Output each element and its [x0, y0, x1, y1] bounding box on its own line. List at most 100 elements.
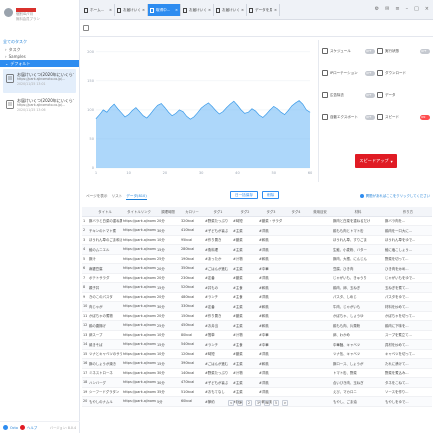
- option-item[interactable]: IPローテーション OFF: [322, 68, 375, 78]
- table-cell: 540kcal: [180, 339, 204, 350]
- help-icon[interactable]: [19, 425, 25, 430]
- page-button[interactable]: 1: [237, 400, 243, 406]
- table-cell: #お弁当: [204, 320, 232, 331]
- table-row[interactable]: 6麻婆豆腐https://park.ajinomoto...20分350kcal…: [82, 263, 432, 274]
- help-link[interactable]: 問題があればここをクリックしてください: [359, 193, 430, 198]
- column-header[interactable]: 材料: [332, 207, 384, 217]
- address-bar[interactable]: [80, 20, 433, 37]
- settings-icon[interactable]: ⚙: [375, 6, 379, 12]
- speed-up-button[interactable]: スピードアップ ▾: [355, 154, 397, 168]
- option-toggle[interactable]: OFF: [365, 92, 375, 98]
- column-header[interactable]: タグ3: [258, 207, 284, 217]
- option-item[interactable]: 自動エクスポート OFF: [322, 112, 375, 122]
- tab-page-view[interactable]: ページを表示: [86, 194, 108, 200]
- table-row[interactable]: 16豚のしょうが焼きhttps://park.ajinomoto...15分39…: [82, 358, 432, 369]
- option-item[interactable]: 広告除去 OFF: [322, 90, 375, 100]
- table-row[interactable]: 8親子丼https://park.ajinomoto...15分520kcal#…: [82, 282, 432, 293]
- option-item[interactable]: ダウンロード: [377, 68, 430, 78]
- option-item[interactable]: データ: [377, 90, 430, 100]
- close-tab-icon[interactable]: ×: [175, 8, 178, 12]
- table-cell: [284, 387, 308, 397]
- close-icon[interactable]: ×: [425, 6, 429, 12]
- close-tab-icon[interactable]: ×: [274, 8, 277, 12]
- table-row[interactable]: 2チキンのトマト煮https://park.ajinomoto...30分410…: [82, 225, 432, 236]
- column-header[interactable]: タイトルリンク: [122, 207, 156, 217]
- column-header[interactable]: タグ2: [232, 207, 258, 217]
- option-toggle[interactable]: OFF: [420, 48, 430, 54]
- option-toggle[interactable]: OFF: [365, 48, 375, 54]
- option-item[interactable]: 実行状態 OFF: [377, 46, 430, 56]
- table-cell: かぼちゃ、しょうゆ: [332, 311, 384, 321]
- close-tab-icon[interactable]: ×: [241, 8, 244, 12]
- nav-item-default[interactable]: ⌄ デフォルト: [0, 60, 79, 67]
- delete-button[interactable]: 削除: [262, 191, 280, 199]
- octo-icon[interactable]: [3, 425, 8, 430]
- table-row[interactable]: 7ポテトサラダhttps://park.ajinomoto...20分230kc…: [82, 273, 432, 283]
- page-button[interactable]: >: [282, 400, 288, 406]
- browser-tab[interactable]: ホーム... ×: [82, 4, 115, 16]
- avatar[interactable]: [4, 8, 13, 17]
- option-toggle[interactable]: OFF: [365, 70, 375, 76]
- table-row[interactable]: 12鶏の唐揚げhttps://park.ajinomoto...25分450kc…: [82, 320, 432, 331]
- table-cell: [284, 292, 308, 302]
- mail-icon[interactable]: ✉: [385, 6, 389, 12]
- table-row[interactable]: 11かぼちゃの煮物https://park.ajinomoto...20分150…: [82, 311, 432, 321]
- user-profile[interactable]: 個別ID/7月 無料会員プラン: [0, 0, 79, 38]
- table-cell: 鶏もも肉とトマト缶: [332, 225, 384, 236]
- browser-tab[interactable]: お届けいくつ...×: [115, 4, 148, 16]
- table-cell: [308, 263, 332, 274]
- batch-save-button[interactable]: 日一括保存: [230, 191, 258, 199]
- octo-link[interactable]: Octo: [10, 426, 18, 430]
- nav-item-samples[interactable]: › Samples: [0, 53, 79, 60]
- table-row[interactable]: 3ほうれん草のごま和えhttps://park.ajinomoto...10分9…: [82, 235, 432, 245]
- table-cell: タネをこねて...: [384, 377, 432, 388]
- table-row[interactable]: 10肉じゃがhttps://park.ajinomoto...30分330kca…: [82, 301, 432, 312]
- page-button[interactable]: 3: [255, 400, 261, 406]
- close-tab-icon[interactable]: ×: [208, 8, 211, 12]
- table-row[interactable]: 15ツナとキャベツのサラダhttps://park.ajinomoto...10…: [82, 349, 432, 359]
- option-toggle[interactable]: ON: [420, 114, 430, 120]
- table-row[interactable]: 13卵スープhttps://park.ajinomoto...10分80kcal…: [82, 330, 432, 340]
- maximize-icon[interactable]: □: [414, 6, 419, 12]
- nav-item-tasks[interactable]: › タスク: [0, 46, 79, 53]
- table-row[interactable]: 17ミネストローネhttps://park.ajinomoto...30分140…: [82, 368, 432, 378]
- menu-icon[interactable]: ≡: [395, 6, 399, 12]
- column-header[interactable]: タイトル: [88, 207, 122, 217]
- page-button[interactable]: 2: [246, 400, 252, 406]
- minimize-icon[interactable]: –: [406, 6, 409, 12]
- table-row[interactable]: 18ハンバーグhttps://park.ajinomoto...30分470kc…: [82, 377, 432, 388]
- data-point: [248, 111, 249, 113]
- table-row[interactable]: 5豚汁https://park.ajinomoto...25分190kcal#あ…: [82, 254, 432, 264]
- table-row[interactable]: 9きのこのパスタhttps://park.ajinomoto...20分480k…: [82, 292, 432, 302]
- option-item[interactable]: スピード ON: [377, 112, 430, 122]
- tab-data-view[interactable]: データ(810): [126, 194, 147, 200]
- data-point: [113, 103, 115, 105]
- page-button[interactable]: 4: [264, 400, 270, 406]
- table-row[interactable]: 4鮭のムニエルhttps://park.ajinomoto...15分280kc…: [82, 244, 432, 255]
- table-row[interactable]: 19シーフードグラタンhttps://park.ajinomoto...35分5…: [82, 387, 432, 397]
- table-row[interactable]: 1豚バラと白菜の重ね蒸しhttps://park.ajinomoto...20分…: [82, 216, 432, 226]
- column-header[interactable]: 作り方: [384, 207, 432, 217]
- all-tasks-heading[interactable]: 全てのタスク: [0, 38, 79, 46]
- browser-tab[interactable]: 取得中... ×: [148, 4, 181, 16]
- help-link[interactable]: ヘルプ: [27, 425, 37, 430]
- close-tab-icon[interactable]: ×: [109, 8, 112, 12]
- page-button[interactable]: <: [228, 400, 234, 406]
- browser-tab[interactable]: お届けいくつ...×: [181, 4, 214, 16]
- browser-tab[interactable]: データを見...×: [247, 4, 280, 16]
- column-header[interactable]: タグ4: [284, 207, 308, 217]
- task-item[interactable]: お届けいくつ(2020年にいくらで) https://park.ajinomot…: [3, 95, 76, 119]
- task-item[interactable]: お届けいくつ(2020年にいくらで) https://park.ajinomot…: [3, 69, 76, 93]
- option-item[interactable]: スケジュール OFF: [322, 46, 375, 56]
- column-header[interactable]: 費用目安: [308, 207, 332, 217]
- column-header[interactable]: 調理時間: [156, 207, 180, 217]
- option-toggle[interactable]: OFF: [365, 114, 375, 120]
- browser-tab[interactable]: お届けいくつ...×: [214, 4, 247, 16]
- data-point: [287, 110, 289, 111]
- tab-list-view[interactable]: リスト: [112, 194, 123, 200]
- column-header[interactable]: タグ1: [204, 207, 232, 217]
- page-button[interactable]: 5: [273, 400, 279, 406]
- column-header[interactable]: カロリー: [180, 207, 204, 217]
- table-row[interactable]: 14焼きそばhttps://park.ajinomoto...15分540kca…: [82, 339, 432, 350]
- close-tab-icon[interactable]: ×: [142, 8, 145, 12]
